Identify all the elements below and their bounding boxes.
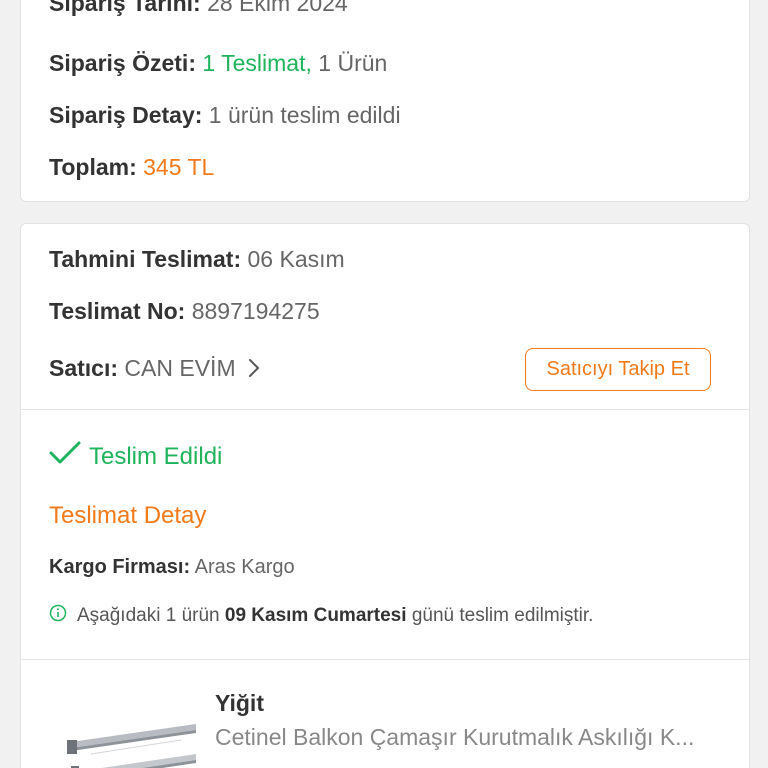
divider — [21, 409, 749, 410]
order-overview-deliveries: 1 Teslimat, — [202, 50, 312, 76]
seller-label: Satıcı: — [49, 355, 119, 381]
delivery-card: Tahmini Teslimat: 06 Kasım Teslimat No: … — [20, 223, 750, 768]
cargo-label: Kargo Firması: — [49, 556, 191, 578]
order-date-label: Sipariş Tarihi: — [49, 0, 201, 16]
delivery-number-label: Teslimat No: — [49, 298, 186, 324]
order-total-label: Toplam: — [49, 154, 137, 180]
delivery-status: Teslim Edildi — [49, 440, 222, 473]
info-suffix: günü teslim edilmiştir. — [411, 605, 594, 626]
order-date-value: 28 Ekim 2024 — [207, 0, 348, 16]
delivery-status-text: Teslim Edildi — [89, 442, 223, 470]
delivery-number-value: 8897194275 — [191, 298, 320, 324]
info-prefix: Aşağıdaki 1 ürün — [77, 605, 220, 626]
product-name[interactable]: Cetinel Balkon Çamaşır Kurutmalık Askılı… — [215, 724, 725, 751]
info-date: 09 Kasım Cumartesi — [224, 605, 407, 626]
order-date-row: Sipariş Tarihi: 28 Ekim 2024 — [49, 0, 348, 17]
product-brand[interactable]: Yiğit — [215, 690, 264, 717]
info-icon — [49, 604, 77, 628]
estimated-delivery-value: 06 Kasım — [247, 246, 345, 272]
check-icon — [49, 440, 89, 473]
estimated-delivery-label: Tahmini Teslimat: — [49, 246, 242, 272]
product-image[interactable] — [51, 714, 201, 768]
order-total-row: Toplam: 345 TL — [49, 153, 214, 181]
estimated-delivery-row: Tahmini Teslimat: 06 Kasım — [49, 245, 345, 273]
order-total-value: 345 TL — [143, 154, 215, 180]
order-detail-row: Sipariş Detay: 1 ürün teslim edildi — [49, 101, 401, 129]
order-detail-value: 1 ürün teslim edildi — [208, 102, 401, 128]
follow-seller-button[interactable]: Satıcıyı Takip Et — [525, 348, 711, 391]
delivery-info-row: Aşağıdaki 1 ürün 09 Kasım Cumartesi günü… — [49, 604, 593, 628]
delivery-number-row: Teslimat No: 8897194275 — [49, 297, 320, 325]
order-overview-row: Sipariş Özeti: 1 Teslimat, 1 Ürün — [49, 49, 387, 77]
cargo-value: Aras Kargo — [194, 556, 295, 578]
seller-row[interactable]: Satıcı: CAN EVİM — [49, 354, 260, 384]
order-detail-label: Sipariş Detay: — [49, 102, 203, 128]
seller-name-link[interactable]: CAN EVİM — [124, 355, 235, 381]
chevron-right-icon[interactable] — [248, 356, 260, 384]
order-summary-card: Sipariş Tarihi: 28 Ekim 2024 Sipariş Öze… — [20, 0, 750, 202]
order-overview-items: 1 Ürün — [318, 50, 388, 76]
divider — [21, 659, 749, 660]
cargo-row: Kargo Firması: Aras Kargo — [49, 556, 295, 579]
order-overview-label: Sipariş Özeti: — [49, 50, 196, 76]
delivery-detail-link[interactable]: Teslimat Detay — [49, 502, 206, 530]
